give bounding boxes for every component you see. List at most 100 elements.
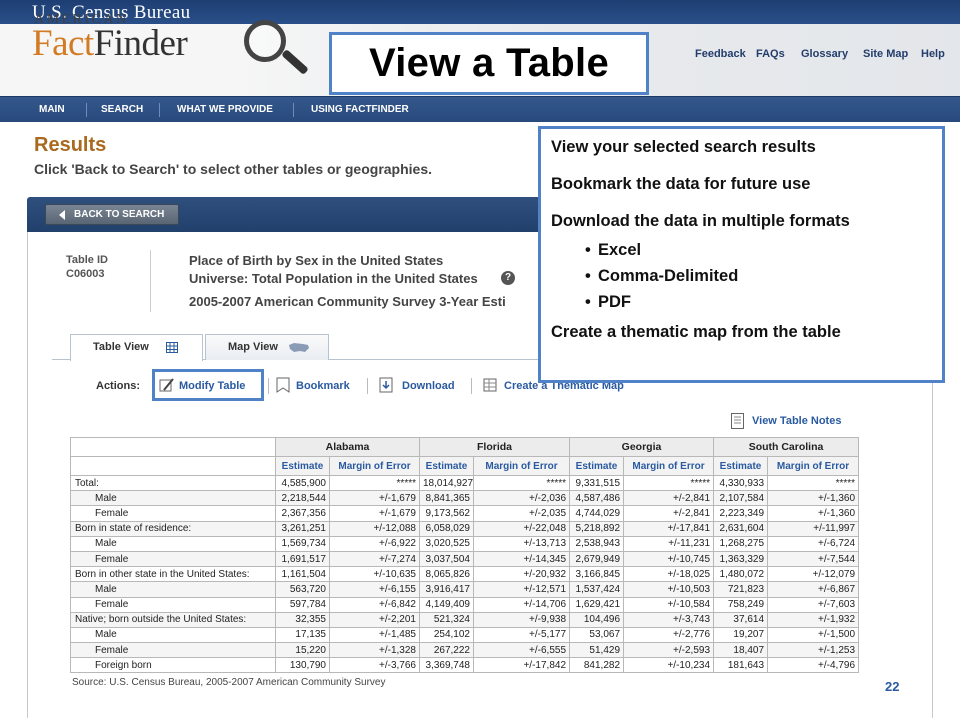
table-row: Male 563,720 +/-6,155 3,916,417 +/-12,571 1,5…: [70, 581, 860, 598]
actions-label: Actions:: [96, 380, 140, 392]
estimate-cell: 130,790: [275, 657, 330, 674]
margin-cell: +/-22,048: [472, 520, 571, 537]
estimate-header[interactable]: Estimate: [713, 456, 769, 476]
action-divider: [268, 378, 269, 394]
margin-cell: +/-1,932: [767, 611, 860, 628]
row-label: Native; born outside the United States:: [70, 611, 276, 628]
margin-cell: +/-7,274: [329, 550, 420, 568]
logo-finder: Finder: [93, 23, 188, 64]
margin-cell: +/-12,079: [767, 566, 860, 583]
estimate-cell: 181,643: [713, 657, 769, 674]
margin-cell: +/-3,743: [623, 611, 715, 628]
nav-main[interactable]: MAIN: [39, 104, 65, 115]
feedback-link[interactable]: Feedback: [695, 48, 746, 60]
margin-cell: +/-10,745: [623, 550, 715, 568]
row-label: Born in other state in the United States…: [70, 566, 276, 583]
margin-cell: +/-1,679: [329, 505, 420, 522]
row-label: Male: [70, 535, 276, 552]
estimate-cell: 4,149,409: [419, 596, 474, 613]
margin-cell: +/-11,231: [623, 535, 715, 552]
tab-map-view-label: Map View: [228, 341, 278, 353]
action-divider: [471, 378, 472, 394]
margin-cell: +/-1,360: [767, 490, 860, 507]
estimate-cell: 19,207: [713, 626, 769, 644]
table-row: Female 1,691,517 +/-7,274 3,037,504 +/-14,34…: [70, 550, 860, 568]
bookmark-action[interactable]: Bookmark: [296, 380, 350, 392]
nav-what-we-provide[interactable]: WHAT WE PROVIDE: [177, 104, 273, 115]
tab-table-view-label: Table View: [93, 341, 149, 353]
margin-cell: +/-12,571: [472, 581, 571, 598]
margin-cell: +/-18,025: [623, 566, 715, 583]
estimate-cell: 3,020,525: [419, 535, 474, 552]
margin-cell: +/-1,500: [767, 626, 860, 644]
table-row: Born in other state in the United States…: [70, 566, 860, 583]
estimate-cell: 3,037,504: [419, 550, 474, 568]
page-number: 22: [885, 679, 900, 694]
download-action[interactable]: Download: [402, 380, 455, 392]
margin-cell: +/-2,201: [329, 611, 420, 628]
margin-cell: +/-14,706: [472, 596, 571, 613]
table-title: Place of Birth by Sex in the United Stat…: [189, 253, 444, 268]
site-map-link[interactable]: Site Map: [863, 48, 908, 60]
logo[interactable]: FactFinder: [32, 22, 188, 65]
margin-cell: *****: [623, 474, 715, 492]
back-to-search-button[interactable]: BACK TO SEARCH: [45, 204, 179, 225]
table-id-label: Table ID: [66, 254, 108, 266]
nav-divider: [293, 103, 294, 117]
estimate-header[interactable]: Estimate: [275, 456, 330, 476]
row-label: Female: [70, 596, 276, 613]
data-table: Alabama Florida Georgia South Carolina E…: [70, 437, 860, 674]
margin-cell: +/-7,544: [767, 550, 860, 568]
margin-cell: *****: [767, 474, 860, 492]
info-icon[interactable]: ?: [501, 271, 515, 285]
row-label: Male: [70, 581, 276, 598]
format-item: PDF: [585, 289, 933, 315]
estimate-cell: 3,369,748: [419, 657, 474, 674]
estimate-cell: 841,282: [569, 657, 625, 674]
estimate-cell: 758,249: [713, 596, 769, 613]
nav-using-factfinder[interactable]: USING FACTFINDER: [311, 104, 409, 115]
margin-cell: +/-2,036: [472, 490, 571, 507]
estimate-cell: 9,331,515: [569, 474, 625, 492]
margin-header[interactable]: Margin of Error: [623, 456, 715, 476]
help-link[interactable]: Help: [921, 48, 945, 60]
view-table-notes-link[interactable]: View Table Notes: [752, 415, 841, 427]
table-row: Native; born outside the United States: 3…: [70, 611, 860, 628]
tab-map-view[interactable]: Map View: [205, 334, 329, 360]
margin-header[interactable]: Margin of Error: [767, 456, 860, 476]
glossary-link[interactable]: Glossary: [801, 48, 848, 60]
nav-search[interactable]: SEARCH: [101, 104, 143, 115]
magnifier-icon: [244, 20, 286, 62]
estimate-cell: 4,587,486: [569, 490, 625, 507]
margin-cell: +/-10,234: [623, 657, 715, 674]
table-id-value: C06003: [66, 268, 105, 280]
estimate-cell: 51,429: [569, 642, 625, 659]
margin-header[interactable]: Margin of Error: [472, 456, 571, 476]
row-label: Total:: [70, 474, 276, 492]
estimate-header[interactable]: Estimate: [569, 456, 625, 476]
callout-view: View your selected search results: [551, 138, 816, 156]
estimate-cell: 3,166,845: [569, 566, 625, 583]
modify-table-action[interactable]: Modify Table: [179, 380, 245, 392]
margin-cell: +/-17,842: [472, 657, 571, 674]
estimate-cell: 8,065,826: [419, 566, 474, 583]
margin-header[interactable]: Margin of Error: [329, 456, 420, 476]
table-row: Female 15,220 +/-1,328 267,222 +/-6,555 51,42…: [70, 642, 860, 659]
estimate-cell: 5,218,892: [569, 520, 625, 537]
tab-table-view[interactable]: Table View: [70, 334, 203, 361]
table-universe: Universe: Total Population in the United…: [189, 271, 478, 286]
faqs-link[interactable]: FAQs: [756, 48, 785, 60]
slide-title: View a Table: [329, 32, 649, 95]
margin-cell: +/-17,841: [623, 520, 715, 537]
margin-cell: +/-1,679: [329, 490, 420, 507]
thematic-map-icon: [483, 378, 497, 392]
estimate-cell: 3,261,251: [275, 520, 330, 537]
bookmark-icon: [276, 377, 290, 393]
margin-cell: +/-13,713: [472, 535, 571, 552]
estimate-cell: 18,014,927: [419, 474, 474, 492]
estimate-cell: 1,537,424: [569, 581, 625, 598]
margin-cell: +/-1,360: [767, 505, 860, 522]
estimate-header[interactable]: Estimate: [419, 456, 474, 476]
estimate-cell: 8,841,365: [419, 490, 474, 507]
margin-cell: +/-6,155: [329, 581, 420, 598]
